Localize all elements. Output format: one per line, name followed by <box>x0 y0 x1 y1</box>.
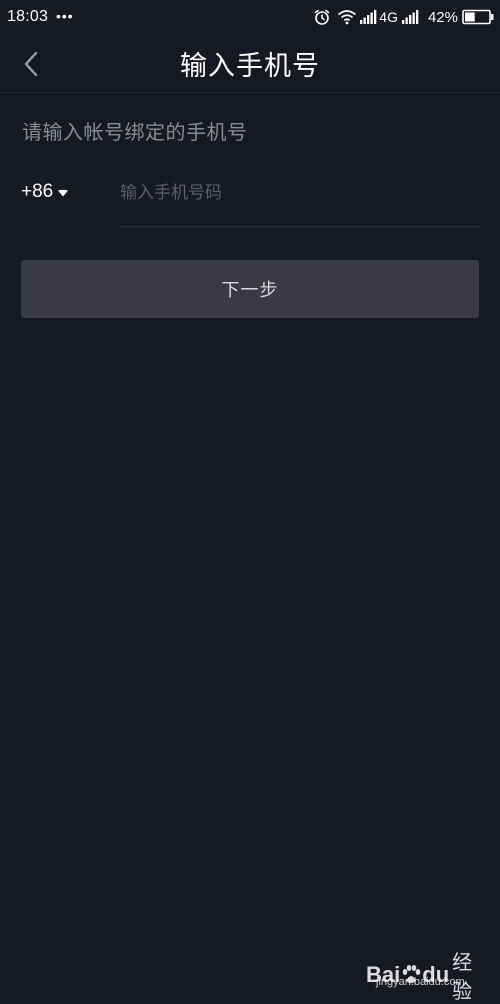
logo-text-jingyan: 经验 <box>452 950 473 1003</box>
status-time: 18:03 <box>7 8 49 25</box>
battery-icon <box>462 9 494 25</box>
alarm-icon <box>313 8 331 26</box>
network-type-label: 4G <box>379 9 398 25</box>
next-step-button[interactable]: 下一步 <box>21 260 479 318</box>
status-icons: 4G 42% <box>313 6 494 28</box>
baidu-logo: Bai du 经验 <box>366 946 486 1004</box>
status-more-dots: ••• <box>56 8 74 24</box>
wifi-icon <box>337 9 357 25</box>
watermark-url: jingyan.baidu.com <box>376 976 465 988</box>
caret-down-icon <box>57 189 69 197</box>
battery-percent: 42% <box>427 8 458 26</box>
phone-number-input[interactable] <box>120 178 480 208</box>
status-bar: 18:03 ••• 4G 42% <box>0 0 500 36</box>
signal-icon <box>360 9 378 25</box>
baidu-jingyan-watermark: Bai du 经验 jingyan.baidu.com <box>366 946 486 1003</box>
page-title: 输入手机号 <box>180 51 320 82</box>
input-divider <box>120 226 480 227</box>
header: 输入手机号 <box>0 36 500 93</box>
country-code-selector[interactable]: +86 <box>21 180 69 204</box>
country-code-label: +86 <box>21 181 54 202</box>
instruction-text: 请输入帐号绑定的手机号 <box>22 120 248 144</box>
signal-icon <box>401 9 420 25</box>
